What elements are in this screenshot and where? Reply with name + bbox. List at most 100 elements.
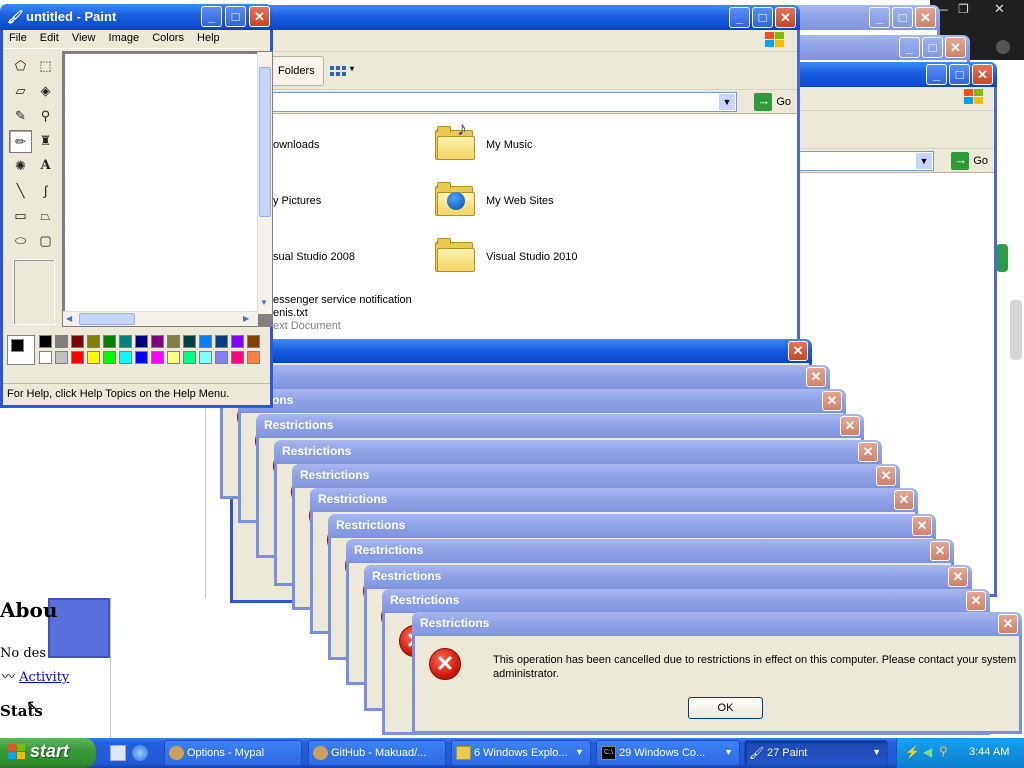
close-button[interactable]: ✕	[930, 541, 950, 561]
palette-swatch[interactable]	[215, 335, 228, 348]
maximize-button[interactable]: □	[949, 64, 970, 85]
menu-file[interactable]: File	[9, 32, 27, 44]
palette-swatch[interactable]	[151, 351, 164, 364]
text-tool-icon[interactable]: A	[34, 155, 57, 178]
minimize-button[interactable]: _	[201, 6, 222, 27]
palette-swatch[interactable]	[199, 335, 212, 348]
canvas-area[interactable]: ▼ ◀ ▶	[62, 51, 273, 327]
maximize-button[interactable]: □	[922, 37, 943, 58]
close-button[interactable]: ✕	[948, 567, 968, 587]
close-button[interactable]: ✕	[858, 442, 878, 462]
show-desktop-icon[interactable]	[110, 745, 126, 761]
close-button[interactable]: ✕	[806, 367, 826, 387]
maximize-button[interactable]: □	[892, 7, 913, 28]
curve-icon[interactable]: ∫	[34, 180, 57, 203]
task-paint[interactable]: 🖌 27 Paint ▼	[744, 740, 888, 766]
close-button[interactable]: ✕	[876, 466, 896, 486]
address-input[interactable]: ▼	[227, 92, 737, 112]
ellipse-icon[interactable]: ⬭	[9, 230, 32, 253]
activity-link[interactable]: Activity	[19, 670, 69, 685]
search-icon[interactable]: ⚲	[939, 744, 948, 758]
scroll-down-icon[interactable]: ▼	[260, 298, 268, 307]
speaker-icon[interactable]: ◀	[923, 745, 932, 759]
horizontal-scrollbar[interactable]: ◀ ▶	[63, 311, 258, 326]
palette-swatch[interactable]	[55, 335, 68, 348]
palette-swatch[interactable]	[183, 351, 196, 364]
dialog-titlebar[interactable]: Restrictions ✕	[310, 488, 918, 512]
dialog-titlebar[interactable]: Restrictions ✕	[412, 612, 1022, 636]
restore-icon[interactable]: ❐	[958, 2, 969, 16]
dialog-titlebar[interactable]: Restrictions ✕	[256, 414, 864, 438]
palette-swatch[interactable]	[87, 351, 100, 364]
browser-quicklaunch-icon[interactable]	[132, 745, 148, 761]
color-picker-icon[interactable]: ✎	[9, 105, 32, 128]
file-item-downloads[interactable]: ownloads	[273, 139, 319, 151]
paint-titlebar[interactable]: 🖌 untitled - Paint _ □ ✕	[0, 4, 273, 30]
palette-swatch[interactable]	[135, 335, 148, 348]
palette-swatch[interactable]	[39, 335, 52, 348]
airbrush-icon[interactable]: ✺	[9, 155, 32, 178]
dialog-titlebar[interactable]: Restrictions ✕	[328, 514, 936, 538]
menu-colors[interactable]: Colors	[152, 32, 184, 44]
palette-swatch[interactable]	[167, 351, 180, 364]
pencil-icon[interactable]: ✏	[9, 130, 32, 153]
views-icon[interactable]: ▾	[328, 64, 356, 78]
palette-swatch[interactable]	[135, 351, 148, 364]
palette-swatch[interactable]	[183, 335, 196, 348]
page-scrollbar[interactable]	[1010, 300, 1022, 360]
close-button[interactable]: ✕	[894, 490, 914, 510]
polygon-icon[interactable]: ⏢	[34, 205, 57, 228]
close-button[interactable]: ✕	[972, 64, 993, 85]
go-button[interactable]: Go	[951, 151, 988, 170]
palette-swatch[interactable]	[39, 351, 52, 364]
palette-swatch[interactable]	[71, 351, 84, 364]
rounded-rect-icon[interactable]: ▢	[34, 230, 57, 253]
rect-select-icon[interactable]: ⬚	[34, 55, 57, 78]
close-button[interactable]: ✕	[249, 6, 270, 27]
scroll-left-icon[interactable]: ◀	[66, 314, 72, 323]
eraser-icon[interactable]: ▱	[9, 80, 32, 103]
start-button[interactable]: start	[0, 738, 96, 768]
menu-help[interactable]: Help	[197, 32, 220, 44]
minimize-button[interactable]: _	[899, 37, 920, 58]
file-item-my-music[interactable]: ♪ My Music	[435, 118, 635, 162]
free-select-icon[interactable]: ⬠	[9, 55, 32, 78]
task-github[interactable]: GitHub - Makuad/...	[308, 740, 446, 766]
palette-swatch[interactable]	[199, 351, 212, 364]
file-item-visual-studio-2008[interactable]: sual Studio 2008	[273, 251, 355, 263]
palette-swatch[interactable]	[247, 351, 260, 364]
paint-window[interactable]: 🖌 untitled - Paint _ □ ✕ File Edit View …	[0, 4, 273, 408]
go-button[interactable]: Go	[754, 92, 791, 111]
palette-swatch[interactable]	[151, 335, 164, 348]
palette-swatch[interactable]	[103, 351, 116, 364]
scroll-right-icon[interactable]: ▶	[243, 314, 249, 323]
task-options-mypal[interactable]: Options - Mypal	[164, 740, 302, 766]
horizontal-scroll-thumb[interactable]	[79, 313, 135, 325]
brush-icon[interactable]: ♜	[34, 130, 57, 153]
close-button[interactable]: ✕	[945, 37, 966, 58]
task-windows-explorer[interactable]: 6 Windows Explo... ▼	[451, 740, 591, 766]
dialog-titlebar[interactable]: Restrictions ✕	[292, 464, 900, 488]
file-item-notification-txt[interactable]: essenger service notification enis.txt e…	[273, 294, 412, 333]
address-dropdown-icon[interactable]: ▼	[719, 94, 735, 110]
minimize-button[interactable]: _	[729, 7, 750, 28]
foreground-color[interactable]	[11, 339, 24, 352]
tool-options-box[interactable]	[13, 259, 55, 325]
palette-swatch[interactable]	[231, 351, 244, 364]
profile-icon[interactable]	[996, 40, 1010, 54]
palette-swatch[interactable]	[103, 335, 116, 348]
palette-swatch[interactable]	[215, 351, 228, 364]
dialog-titlebar[interactable]: Restrictions ✕	[382, 589, 990, 613]
dialog-titlebar[interactable]: trictions✕	[238, 389, 846, 413]
palette-swatch[interactable]	[71, 335, 84, 348]
restrictions-dialog[interactable]: Restrictions ✕ ✕ This operation has been ca…	[412, 612, 1022, 734]
file-item-my-pictures[interactable]: y Pictures	[273, 195, 321, 207]
minimize-button[interactable]: _	[869, 7, 890, 28]
file-item-visual-studio-2010[interactable]: Visual Studio 2010	[435, 234, 635, 274]
vertical-scroll-thumb[interactable]	[259, 67, 271, 217]
vertical-scrollbar[interactable]: ▼	[257, 52, 272, 314]
task-windows-console[interactable]: C:\ 29 Windows Co... ▼	[596, 740, 740, 766]
ok-button[interactable]: OK	[688, 697, 763, 719]
file-item-my-web-sites[interactable]: My Web Sites	[435, 178, 635, 218]
palette-swatch[interactable]	[55, 351, 68, 364]
